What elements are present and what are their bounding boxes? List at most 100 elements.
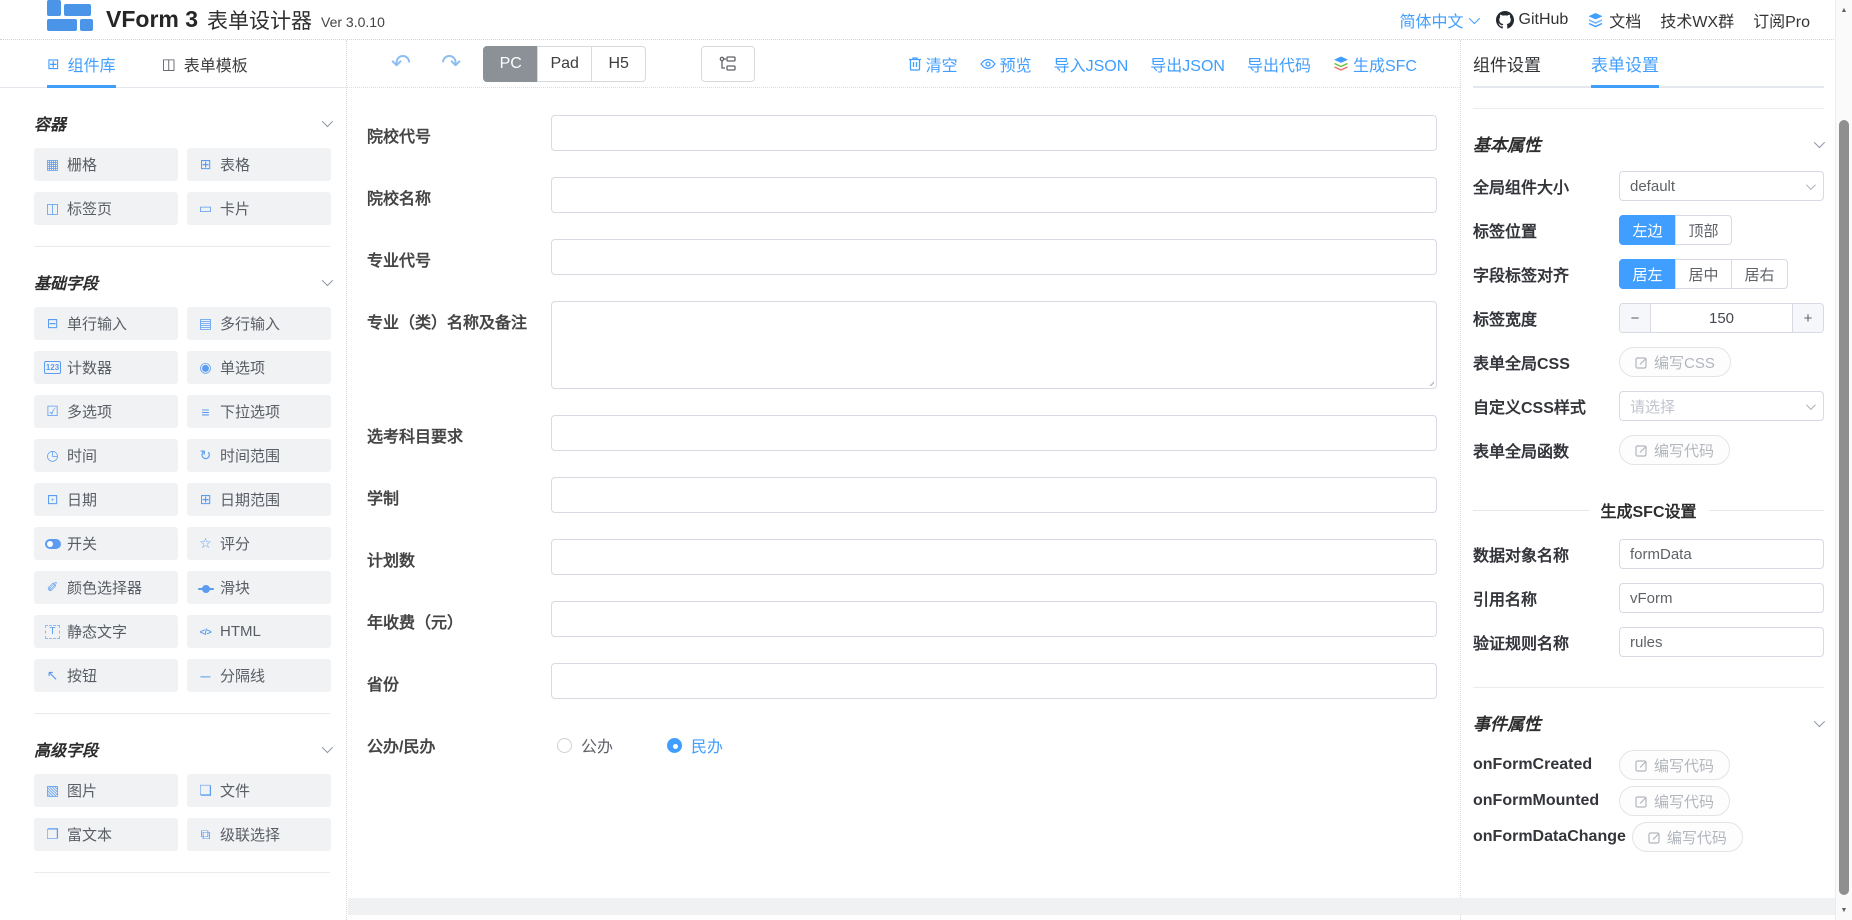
form-field-row[interactable]: 专业代号 bbox=[347, 239, 1460, 275]
widget-rich-text[interactable]: ❐富文本 bbox=[34, 818, 178, 851]
decrease-button[interactable]: − bbox=[1620, 304, 1650, 332]
subscribe-pro-link[interactable]: 订阅Pro bbox=[1753, 8, 1810, 32]
widget-picture[interactable]: ▧图片 bbox=[34, 774, 178, 807]
node-tree-button[interactable] bbox=[701, 46, 755, 82]
form-field-row[interactable]: 专业（类）名称及备注 bbox=[347, 301, 1460, 389]
label-width-value[interactable]: 150 bbox=[1650, 304, 1793, 332]
form-field-row[interactable]: 选考科目要求 bbox=[347, 415, 1460, 451]
widget-switch[interactable]: 开关 bbox=[34, 527, 178, 560]
ref-name-input[interactable] bbox=[1619, 583, 1824, 613]
increase-button[interactable]: + bbox=[1793, 304, 1823, 332]
rules-name-input[interactable] bbox=[1619, 627, 1824, 657]
edit-css-button[interactable]: 编写CSS bbox=[1619, 347, 1731, 377]
widget-slider[interactable]: 滑块 bbox=[187, 571, 331, 604]
widget-date-range[interactable]: ⊞日期范围 bbox=[187, 483, 331, 516]
major-code-input[interactable] bbox=[551, 239, 1437, 275]
form-field-row[interactable]: 院校代号 bbox=[347, 115, 1460, 151]
form-field-row[interactable]: 公办/民办 公办 民办 bbox=[347, 725, 1460, 757]
device-pad-button[interactable]: Pad bbox=[537, 46, 592, 82]
widget-grid[interactable]: ▦栅格 bbox=[34, 148, 178, 181]
annual-fee-input[interactable] bbox=[551, 601, 1437, 637]
widget-tabs[interactable]: ◫标签页 bbox=[34, 192, 178, 225]
section-container-header[interactable]: 容器 bbox=[34, 111, 330, 135]
section-advanced-fields-header[interactable]: 高级字段 bbox=[34, 737, 330, 761]
widget-rating[interactable]: ☆评分 bbox=[187, 527, 331, 560]
widget-html[interactable]: </>HTML bbox=[187, 615, 331, 648]
widget-color-picker[interactable]: ✐颜色选择器 bbox=[34, 571, 178, 604]
export-json-button[interactable]: 导出JSON bbox=[1150, 52, 1225, 76]
form-field-row[interactable]: 年收费（元） bbox=[347, 601, 1460, 637]
widget-cascader[interactable]: ⧉级联选择 bbox=[187, 818, 331, 851]
edit-onformdatachange-button[interactable]: 编写代码 bbox=[1632, 822, 1743, 852]
label-align-center-button[interactable]: 居中 bbox=[1675, 259, 1732, 289]
widget-size-select[interactable]: default bbox=[1619, 171, 1824, 201]
subject-requirement-input[interactable] bbox=[551, 415, 1437, 451]
docs-link[interactable]: 文档 bbox=[1587, 8, 1641, 32]
radio-option-private[interactable]: 民办 bbox=[667, 733, 723, 757]
chevron-down-icon bbox=[1806, 400, 1816, 410]
export-code-button[interactable]: 导出代码 bbox=[1247, 52, 1311, 76]
form-field-row[interactable]: 院校名称 bbox=[347, 177, 1460, 213]
redo-icon[interactable]: ↷ bbox=[441, 52, 461, 76]
import-json-button[interactable]: 导入JSON bbox=[1054, 52, 1129, 76]
form-field-row[interactable]: 学制 bbox=[347, 477, 1460, 513]
language-selector[interactable]: 简体中文 bbox=[1399, 8, 1476, 32]
edit-global-fn-button[interactable]: 编写代码 bbox=[1619, 435, 1730, 465]
data-object-name-input[interactable] bbox=[1619, 539, 1824, 569]
edit-onformcreated-button[interactable]: 编写代码 bbox=[1619, 750, 1730, 780]
label-align-left-button[interactable]: 居左 bbox=[1619, 259, 1676, 289]
tab-widget-settings[interactable]: 组件设置 bbox=[1473, 40, 1541, 86]
widget-button[interactable]: ↖按钮 bbox=[34, 659, 178, 692]
widget-table[interactable]: ⊞表格 bbox=[187, 148, 331, 181]
basic-props-header[interactable]: 基本属性 bbox=[1473, 131, 1822, 156]
radio-option-public[interactable]: 公办 bbox=[557, 733, 613, 757]
form-field-row[interactable]: 省份 bbox=[347, 663, 1460, 699]
custom-css-select[interactable]: 请选择 bbox=[1619, 391, 1824, 421]
widget-counter[interactable]: 123计数器 bbox=[34, 351, 178, 384]
scroll-down-icon[interactable]: ▼ bbox=[1836, 902, 1852, 918]
form-field-row[interactable]: 计划数 bbox=[347, 539, 1460, 575]
label-position-top-button[interactable]: 顶部 bbox=[1675, 215, 1732, 245]
widget-select[interactable]: ≡下拉选项 bbox=[187, 395, 331, 428]
widget-time[interactable]: ◷时间 bbox=[34, 439, 178, 472]
label-align-right-button[interactable]: 居右 bbox=[1731, 259, 1788, 289]
github-link[interactable]: GitHub bbox=[1496, 11, 1569, 29]
label-position-left-button[interactable]: 左边 bbox=[1619, 215, 1676, 245]
tab-form-settings[interactable]: 表单设置 bbox=[1591, 40, 1659, 86]
widget-radio[interactable]: ◉单选项 bbox=[187, 351, 331, 384]
scroll-up-icon[interactable]: ▲ bbox=[1836, 2, 1852, 18]
widget-multi-line-input[interactable]: ▤多行输入 bbox=[187, 307, 331, 340]
label-width-stepper: − 150 + bbox=[1619, 303, 1824, 333]
widget-date[interactable]: ⊡日期 bbox=[34, 483, 178, 516]
form-canvas[interactable]: 院校代号 院校名称 专业代号 专业（类）名称及备注 选考科目要求 bbox=[347, 88, 1460, 920]
undo-icon[interactable]: ↶ bbox=[391, 52, 411, 76]
college-name-input[interactable] bbox=[551, 177, 1437, 213]
clear-button[interactable]: 清空 bbox=[908, 52, 958, 76]
widget-card[interactable]: ▭卡片 bbox=[187, 192, 331, 225]
widget-static-text[interactable]: T静态文字 bbox=[34, 615, 178, 648]
window-scrollbar[interactable]: ▲ ▼ bbox=[1835, 0, 1852, 920]
plan-count-input[interactable] bbox=[551, 539, 1437, 575]
scrollbar-thumb[interactable] bbox=[1839, 120, 1849, 895]
widget-checkbox[interactable]: ☑多选项 bbox=[34, 395, 178, 428]
widget-time-range[interactable]: ↻时间范围 bbox=[187, 439, 331, 472]
resize-handle-icon[interactable] bbox=[1424, 376, 1434, 386]
major-name-textarea[interactable] bbox=[551, 301, 1437, 389]
wechat-group-link[interactable]: 技术WX群 bbox=[1660, 8, 1734, 32]
tab-form-template[interactable]: ◫ 表单模板 bbox=[162, 40, 248, 87]
preview-button[interactable]: 预览 bbox=[980, 52, 1032, 76]
device-h5-button[interactable]: H5 bbox=[591, 46, 646, 82]
public-private-radio-group: 公办 民办 bbox=[551, 725, 1437, 757]
device-pc-button[interactable]: PC bbox=[483, 46, 538, 82]
widget-single-line-input[interactable]: ⊟单行输入 bbox=[34, 307, 178, 340]
widget-divider-line[interactable]: ─分隔线 bbox=[187, 659, 331, 692]
widget-file[interactable]: ❏文件 bbox=[187, 774, 331, 807]
province-input[interactable] bbox=[551, 663, 1437, 699]
college-code-input[interactable] bbox=[551, 115, 1437, 151]
tab-widget-library[interactable]: ⊞ 组件库 bbox=[47, 40, 116, 87]
event-props-header[interactable]: 事件属性 bbox=[1473, 710, 1822, 735]
edit-onformmounted-button[interactable]: 编写代码 bbox=[1619, 786, 1730, 816]
section-basic-fields-header[interactable]: 基础字段 bbox=[34, 270, 330, 294]
study-length-input[interactable] bbox=[551, 477, 1437, 513]
generate-sfc-button[interactable]: 生成SFC bbox=[1333, 52, 1417, 76]
